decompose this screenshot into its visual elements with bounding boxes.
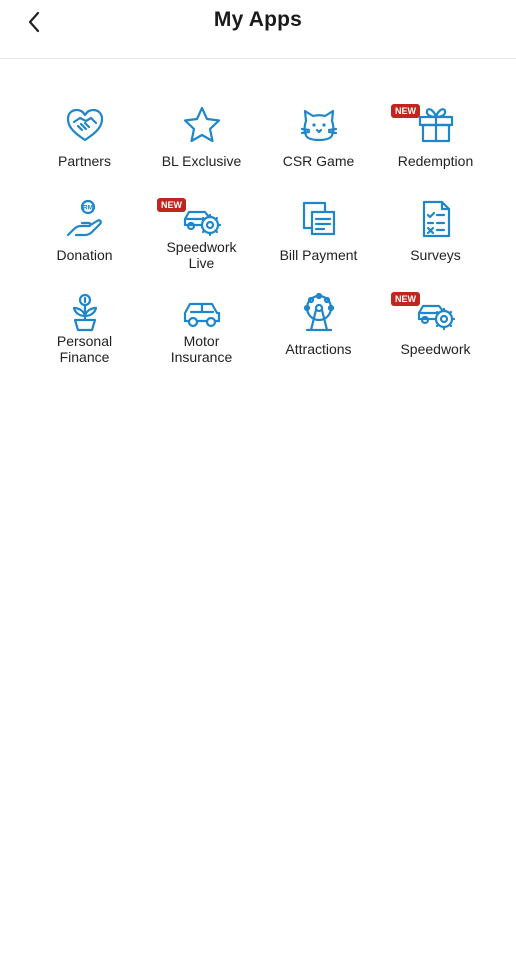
app-label-line1: Speedwork xyxy=(166,239,237,255)
page-title: My Apps xyxy=(213,8,303,31)
cat-face-icon xyxy=(297,103,341,147)
car-gear-icon xyxy=(414,291,458,335)
apps-row: RM Donation NEW Speedwork Live Bill Paym… xyxy=(26,189,494,283)
app-surveys[interactable]: Surveys xyxy=(377,189,494,283)
app-label: Attractions xyxy=(285,341,352,357)
bill-icon xyxy=(297,197,341,241)
app-csr-game[interactable]: CSR Game xyxy=(260,95,377,189)
app-motor-insurance[interactable]: Motor Insurance xyxy=(143,283,260,377)
coin-text: RM xyxy=(82,205,92,212)
app-label: Donation xyxy=(56,247,113,263)
app-label: CSR Game xyxy=(282,153,355,169)
app-label: Speedwork Live xyxy=(143,239,260,271)
app-label: Speedwork xyxy=(400,341,471,357)
app-personal-finance[interactable]: Personal Finance xyxy=(26,283,143,377)
apps-grid: Partners BL Exclusive CSR Game NEW Redem… xyxy=(26,95,494,377)
money-plant-icon xyxy=(63,291,107,335)
app-label-line1: Personal xyxy=(56,333,113,349)
app-label: Surveys xyxy=(410,247,461,263)
handshake-heart-icon xyxy=(63,103,107,147)
app-partners[interactable]: Partners xyxy=(26,95,143,189)
app-label-line2: Live xyxy=(188,255,215,271)
app-label: Redemption xyxy=(397,153,474,169)
app-label: BL Exclusive xyxy=(161,153,242,169)
app-label-line2: Finance xyxy=(59,349,110,365)
hand-coin-icon: RM xyxy=(63,197,107,241)
app-label-line1: Motor xyxy=(183,333,220,349)
apps-row: Partners BL Exclusive CSR Game NEW Redem… xyxy=(26,95,494,189)
header-bar: My Apps xyxy=(0,0,516,59)
ferris-wheel-icon xyxy=(297,291,341,335)
app-bl-exclusive[interactable]: BL Exclusive xyxy=(143,95,260,189)
app-label: Bill Payment xyxy=(279,247,358,263)
car-gear-icon xyxy=(180,197,224,241)
star-icon xyxy=(180,103,224,147)
app-donation[interactable]: RM Donation xyxy=(26,189,143,283)
app-label-line2: Insurance xyxy=(170,349,233,365)
survey-clipboard-icon xyxy=(414,197,458,241)
app-label: Motor Insurance xyxy=(143,333,260,365)
app-label: Personal Finance xyxy=(26,333,143,365)
app-label: Partners xyxy=(58,153,111,169)
gift-icon xyxy=(414,103,458,147)
app-bill-payment[interactable]: Bill Payment xyxy=(260,189,377,283)
car-icon xyxy=(180,291,224,335)
apps-row: Personal Finance Motor Insurance Attract… xyxy=(26,283,494,377)
app-speedwork[interactable]: NEW Speedwork xyxy=(377,283,494,377)
app-redemption[interactable]: NEW Redemption xyxy=(377,95,494,189)
app-speedwork-live[interactable]: NEW Speedwork Live xyxy=(143,189,260,283)
app-attractions[interactable]: Attractions xyxy=(260,283,377,377)
